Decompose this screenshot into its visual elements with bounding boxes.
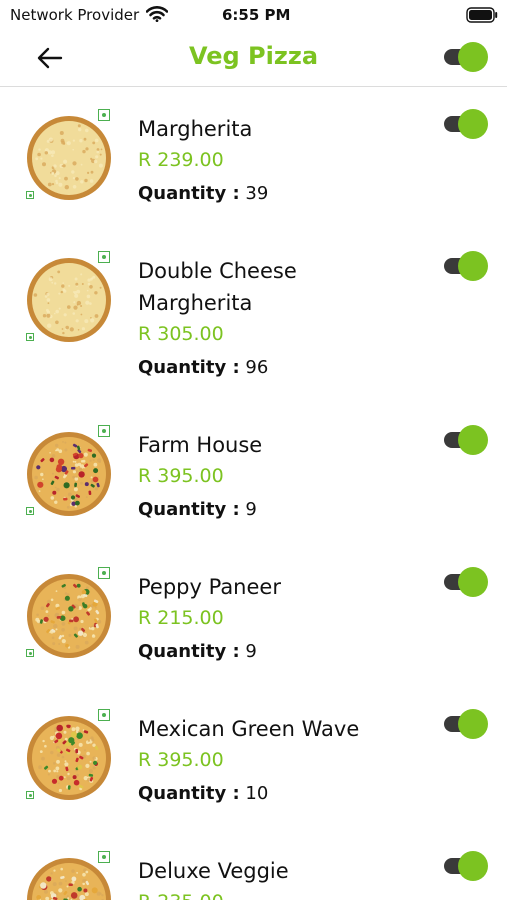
wifi-icon (145, 6, 169, 26)
status-bar: Network Provider 6:55 PM (0, 0, 507, 30)
availability-toggle[interactable] (444, 709, 488, 739)
veg-indicator-small-icon (26, 791, 34, 799)
pizza-quantity: Quantity : 96 (138, 357, 269, 378)
pizza-quantity: Quantity : 9 (138, 499, 257, 520)
pizza-image (26, 431, 112, 517)
pizza-quantity: Quantity : 39 (138, 183, 269, 204)
veg-indicator-icon (98, 109, 110, 121)
veg-indicator-icon (98, 251, 110, 263)
pizza-name: Mexican Green Wave (138, 713, 428, 745)
pizza-name: Peppy Paneer (138, 571, 428, 603)
veg-indicator-icon (98, 567, 110, 579)
pizza-price: R 305.00 (138, 323, 224, 345)
pizza-quantity: Quantity : 9 (138, 641, 257, 662)
pizza-name-line: Peppy Paneer (138, 575, 281, 599)
pizza-name-line: Margherita (138, 291, 253, 315)
battery-icon (466, 7, 498, 27)
availability-toggle[interactable] (444, 567, 488, 597)
pizza-price: R 235.00 (138, 891, 224, 900)
availability-toggle[interactable] (444, 425, 488, 455)
pizza-name: Double Cheese Margherita (138, 255, 428, 319)
veg-indicator-small-icon (26, 333, 34, 341)
pizza-name: Farm House (138, 429, 428, 461)
pizza-image (26, 573, 112, 659)
pizza-image (26, 115, 112, 201)
pizza-name-line: Double Cheese (138, 259, 297, 283)
pizza-price: R 215.00 (138, 607, 224, 629)
app-screen: Network Provider 6:55 PM Veg Pizza Margh… (0, 0, 507, 900)
pizza-name-line: Deluxe Veggie (138, 859, 289, 883)
availability-toggle[interactable] (444, 251, 488, 281)
pizza-image (26, 715, 112, 801)
veg-indicator-small-icon (26, 649, 34, 657)
pizza-name-line: Farm House (138, 433, 263, 457)
availability-toggle[interactable] (444, 109, 488, 139)
veg-indicator-small-icon (26, 507, 34, 515)
veg-indicator-icon (98, 425, 110, 437)
page-title: Veg Pizza (188, 42, 319, 70)
pizza-name-line: Margherita (138, 117, 253, 141)
pizza-name: Deluxe Veggie (138, 855, 428, 887)
app-header: Veg Pizza (0, 30, 507, 87)
veg-indicator-small-icon (26, 191, 34, 199)
pizza-price: R 395.00 (138, 465, 224, 487)
veg-indicator-icon (98, 709, 110, 721)
pizza-name-line: Mexican Green Wave (138, 717, 360, 741)
clock-label: 6:55 PM (222, 6, 291, 24)
category-toggle[interactable] (444, 42, 488, 72)
carrier-label: Network Provider (10, 6, 140, 24)
availability-toggle[interactable] (444, 851, 488, 881)
veg-indicator-icon (98, 851, 110, 863)
pizza-image (26, 857, 112, 900)
pizza-price: R 395.00 (138, 749, 224, 771)
pizza-name: Margherita (138, 113, 428, 145)
pizza-image (26, 257, 112, 343)
pizza-quantity: Quantity : 10 (138, 783, 269, 804)
pizza-price: R 239.00 (138, 149, 224, 171)
